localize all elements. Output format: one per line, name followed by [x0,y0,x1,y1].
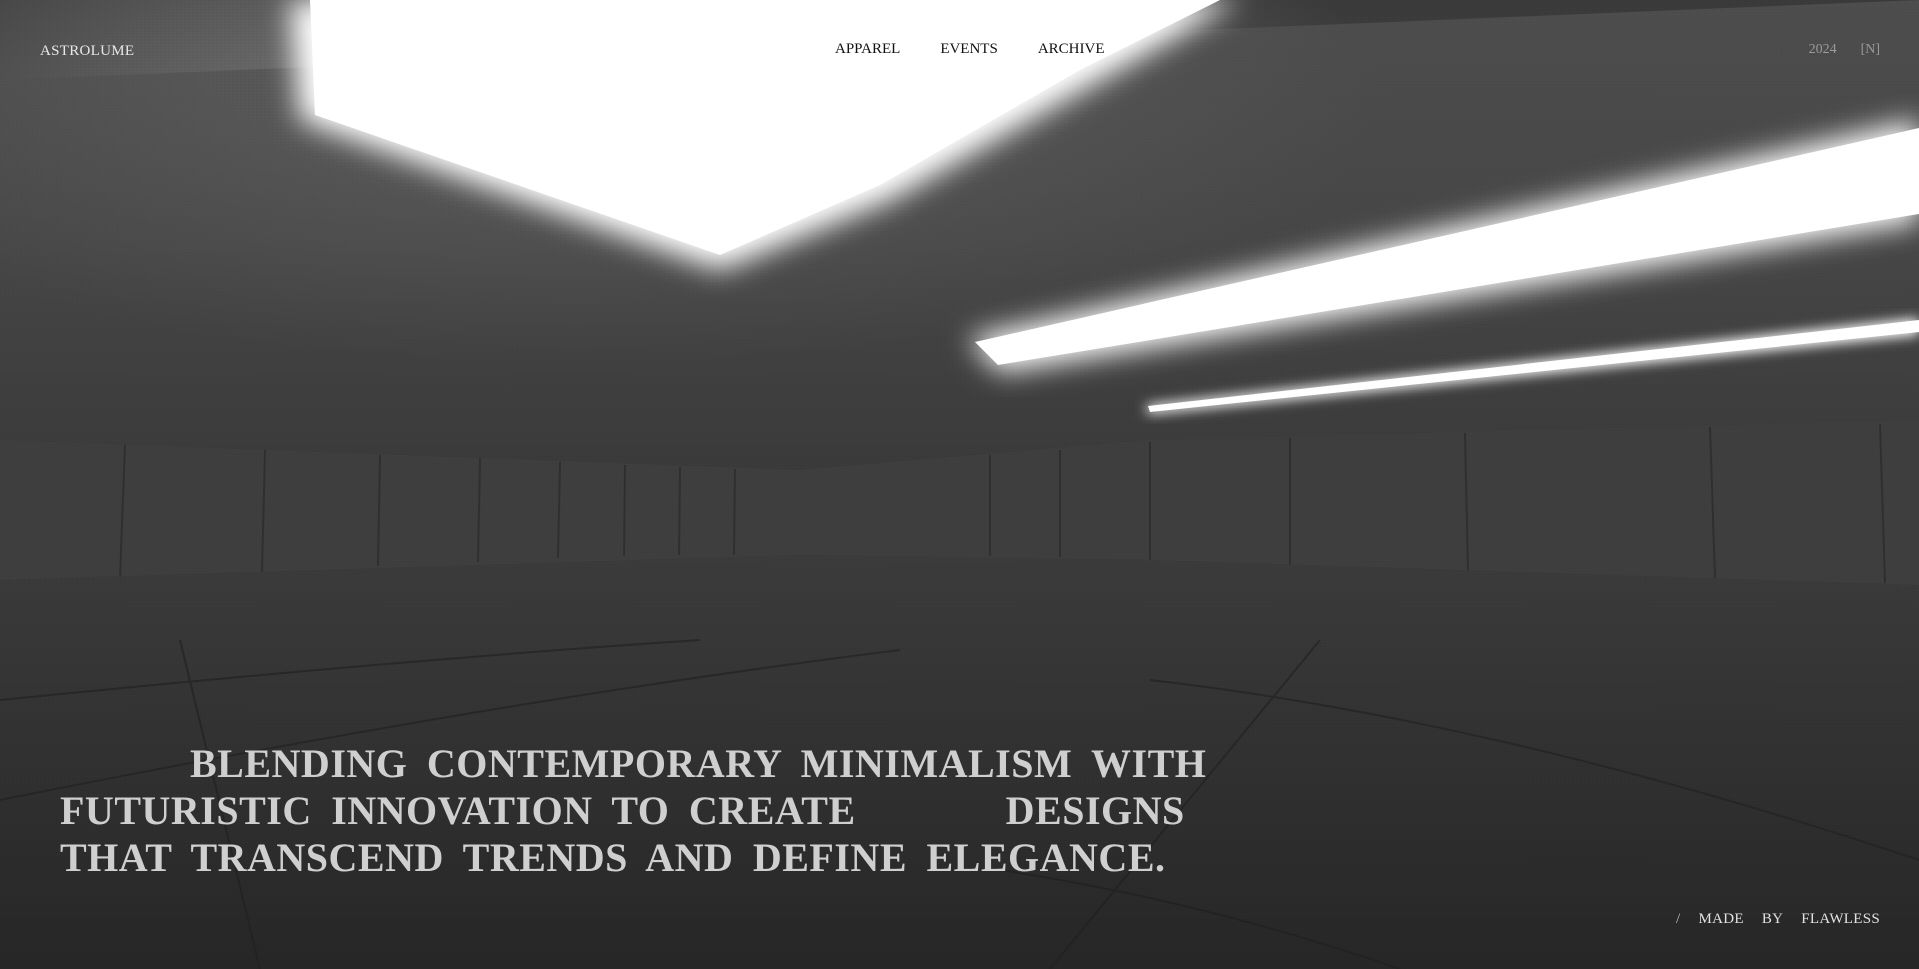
year-label: 2024 [1808,42,1837,57]
nav-item-events[interactable]: EVENTS [940,41,998,58]
hero-line-2-end: DESIGNS [1005,788,1185,833]
credit-made: MADE [1698,911,1744,927]
main-nav: APPAREL EVENTS ARCHIVE [835,41,1104,58]
credit-slash: / [1676,911,1681,927]
nav-item-archive[interactable]: ARCHIVE [1038,41,1105,58]
credit-by: BY [1761,911,1784,927]
nav-item-apparel[interactable]: APPAREL [835,41,900,58]
hero-scene: ASTROLUME APPAREL EVENTS ARCHIVE 2024 [N… [0,0,1919,969]
hero-line-2-start: FUTURISTIC INNOVATION TO CREATE [60,788,856,833]
brand-logo[interactable]: ASTROLUME [40,43,134,60]
hero-line-2: FUTURISTIC INNOVATION TO CREATE DESIGNS [60,787,1190,834]
hero-statement: BLENDING CONTEMPORARY MINIMALISM WITH FU… [60,740,1207,881]
hero-line-1: BLENDING CONTEMPORARY MINIMALISM WITH [190,741,1207,786]
menu-badge-button[interactable]: [N] [1861,42,1880,58]
hero-line-3: THAT TRANSCEND TRENDS AND DEFINE ELEGANC… [60,835,1166,880]
footer-credit: / MADE BY FLAWLESS [1676,911,1880,928]
header-meta: 2024 [N] [1809,42,1880,58]
credit-author-link[interactable]: FLAWLESS [1801,911,1880,928]
